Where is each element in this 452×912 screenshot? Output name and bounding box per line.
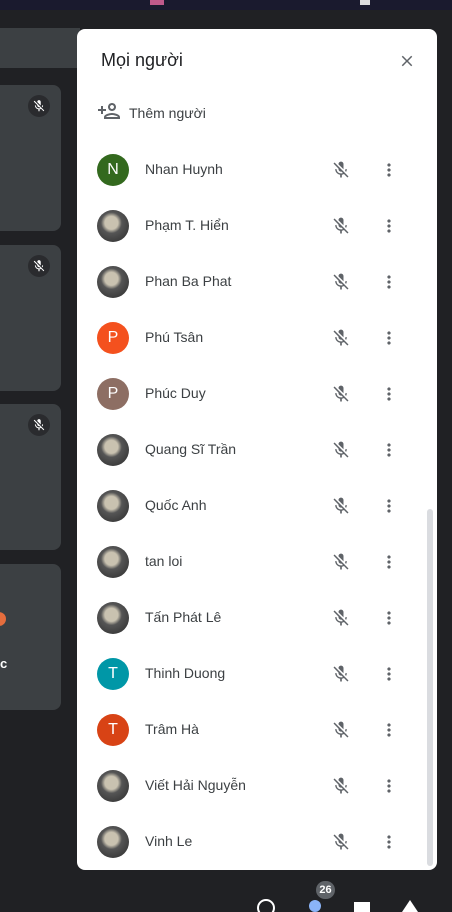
more-vert-icon[interactable] bbox=[377, 774, 401, 798]
participant-row[interactable]: Tấn Phát Lê bbox=[77, 590, 437, 646]
participant-row[interactable]: Quốc Anh bbox=[77, 478, 437, 534]
mic-off-icon[interactable] bbox=[329, 718, 353, 742]
more-vert-icon[interactable] bbox=[377, 718, 401, 742]
avatar bbox=[97, 434, 129, 466]
participant-name: Trâm Hà bbox=[145, 721, 199, 737]
video-tile[interactable] bbox=[0, 85, 61, 231]
participant-row[interactable]: T Thinh Duong bbox=[77, 646, 437, 702]
mic-off-icon[interactable] bbox=[329, 270, 353, 294]
avatar bbox=[97, 490, 129, 522]
more-vert-icon[interactable] bbox=[377, 662, 401, 686]
participant-name: Vinh Le bbox=[145, 833, 193, 849]
mic-off-icon[interactable] bbox=[329, 214, 353, 238]
mic-off-icon[interactable] bbox=[329, 494, 353, 518]
mic-off-icon[interactable] bbox=[329, 550, 353, 574]
avatar bbox=[97, 266, 129, 298]
avatar bbox=[97, 770, 129, 802]
avatar bbox=[97, 546, 129, 578]
people-icon[interactable] bbox=[306, 898, 326, 912]
participant-name: Phúc Duy bbox=[145, 385, 206, 401]
participant-name: Thinh Duong bbox=[145, 665, 226, 681]
add-people-label: Thêm người bbox=[129, 105, 206, 121]
mic-off-icon[interactable] bbox=[329, 382, 353, 406]
panel-title: Mọi người bbox=[101, 50, 183, 70]
participant-row[interactable]: P Phúc Duy bbox=[77, 366, 437, 422]
avatar: P bbox=[97, 322, 129, 354]
avatar: P bbox=[97, 378, 129, 410]
mic-off-icon[interactable] bbox=[329, 606, 353, 630]
info-icon[interactable] bbox=[256, 898, 276, 912]
avatar: T bbox=[97, 658, 129, 690]
mic-off-icon[interactable] bbox=[329, 662, 353, 686]
mic-off-icon[interactable] bbox=[329, 438, 353, 462]
scrollbar[interactable] bbox=[427, 509, 433, 866]
tile-name-fragment: c bbox=[0, 656, 8, 671]
person-add-icon bbox=[97, 99, 121, 128]
participant-name: Viết Hải Nguyễn bbox=[145, 777, 246, 793]
participant-row[interactable]: P Phú Tsân bbox=[77, 310, 437, 366]
video-tile[interactable] bbox=[0, 245, 61, 391]
avatar bbox=[97, 602, 129, 634]
more-vert-icon[interactable] bbox=[377, 550, 401, 574]
more-vert-icon[interactable] bbox=[377, 382, 401, 406]
video-tile[interactable] bbox=[0, 404, 61, 550]
video-tile[interactable]: c bbox=[0, 564, 61, 710]
close-icon[interactable] bbox=[395, 49, 419, 73]
participant-row[interactable]: Quang Sĩ Trần bbox=[77, 422, 437, 478]
participant-row[interactable]: tan loi bbox=[77, 534, 437, 590]
participant-row[interactable]: N Nhan Huynh bbox=[77, 142, 437, 198]
mic-off-icon bbox=[28, 95, 50, 117]
add-people-button[interactable]: Thêm người bbox=[97, 100, 206, 126]
more-vert-icon[interactable] bbox=[377, 214, 401, 238]
meeting-header-bar bbox=[0, 28, 80, 68]
mic-off-icon[interactable] bbox=[329, 774, 353, 798]
people-panel: Mọi người Thêm người N Nhan Huynh Phạm T. … bbox=[77, 29, 437, 870]
participant-name: Phạm T. Hiển bbox=[145, 217, 229, 233]
mic-off-icon[interactable] bbox=[329, 326, 353, 350]
participant-name: Phú Tsân bbox=[145, 329, 204, 345]
more-vert-icon[interactable] bbox=[377, 494, 401, 518]
mic-off-icon bbox=[28, 255, 50, 277]
participant-count-badge: 26 bbox=[316, 881, 335, 899]
avatar bbox=[0, 612, 6, 626]
participant-name: Quang Sĩ Trần bbox=[145, 441, 237, 457]
mic-off-icon[interactable] bbox=[329, 830, 353, 854]
participant-name: Tấn Phát Lê bbox=[145, 609, 222, 625]
participant-row[interactable]: T Trâm Hà bbox=[77, 702, 437, 758]
participant-name: Nhan Huynh bbox=[145, 161, 223, 177]
participant-row[interactable]: Phạm T. Hiển bbox=[77, 198, 437, 254]
chat-icon[interactable] bbox=[352, 898, 372, 912]
more-vert-icon[interactable] bbox=[377, 606, 401, 630]
participant-name: Quốc Anh bbox=[145, 497, 207, 513]
more-vert-icon[interactable] bbox=[377, 438, 401, 462]
more-vert-icon[interactable] bbox=[377, 830, 401, 854]
avatar bbox=[97, 826, 129, 858]
bottom-toolbar bbox=[0, 870, 452, 912]
avatar: N bbox=[97, 154, 129, 186]
participant-name: tan loi bbox=[145, 553, 183, 569]
participant-row[interactable]: Viết Hải Nguyễn bbox=[77, 758, 437, 814]
mic-off-icon bbox=[28, 414, 50, 436]
top-strip bbox=[0, 0, 452, 10]
avatar bbox=[97, 210, 129, 242]
participant-row[interactable]: Vinh Le bbox=[77, 814, 437, 870]
participant-name: Phan Ba Phat bbox=[145, 273, 232, 289]
more-vert-icon[interactable] bbox=[377, 158, 401, 182]
activities-icon[interactable] bbox=[400, 898, 420, 912]
more-vert-icon[interactable] bbox=[377, 270, 401, 294]
mic-off-icon[interactable] bbox=[329, 158, 353, 182]
more-vert-icon[interactable] bbox=[377, 326, 401, 350]
avatar: T bbox=[97, 714, 129, 746]
participant-row[interactable]: Phan Ba Phat bbox=[77, 254, 437, 310]
